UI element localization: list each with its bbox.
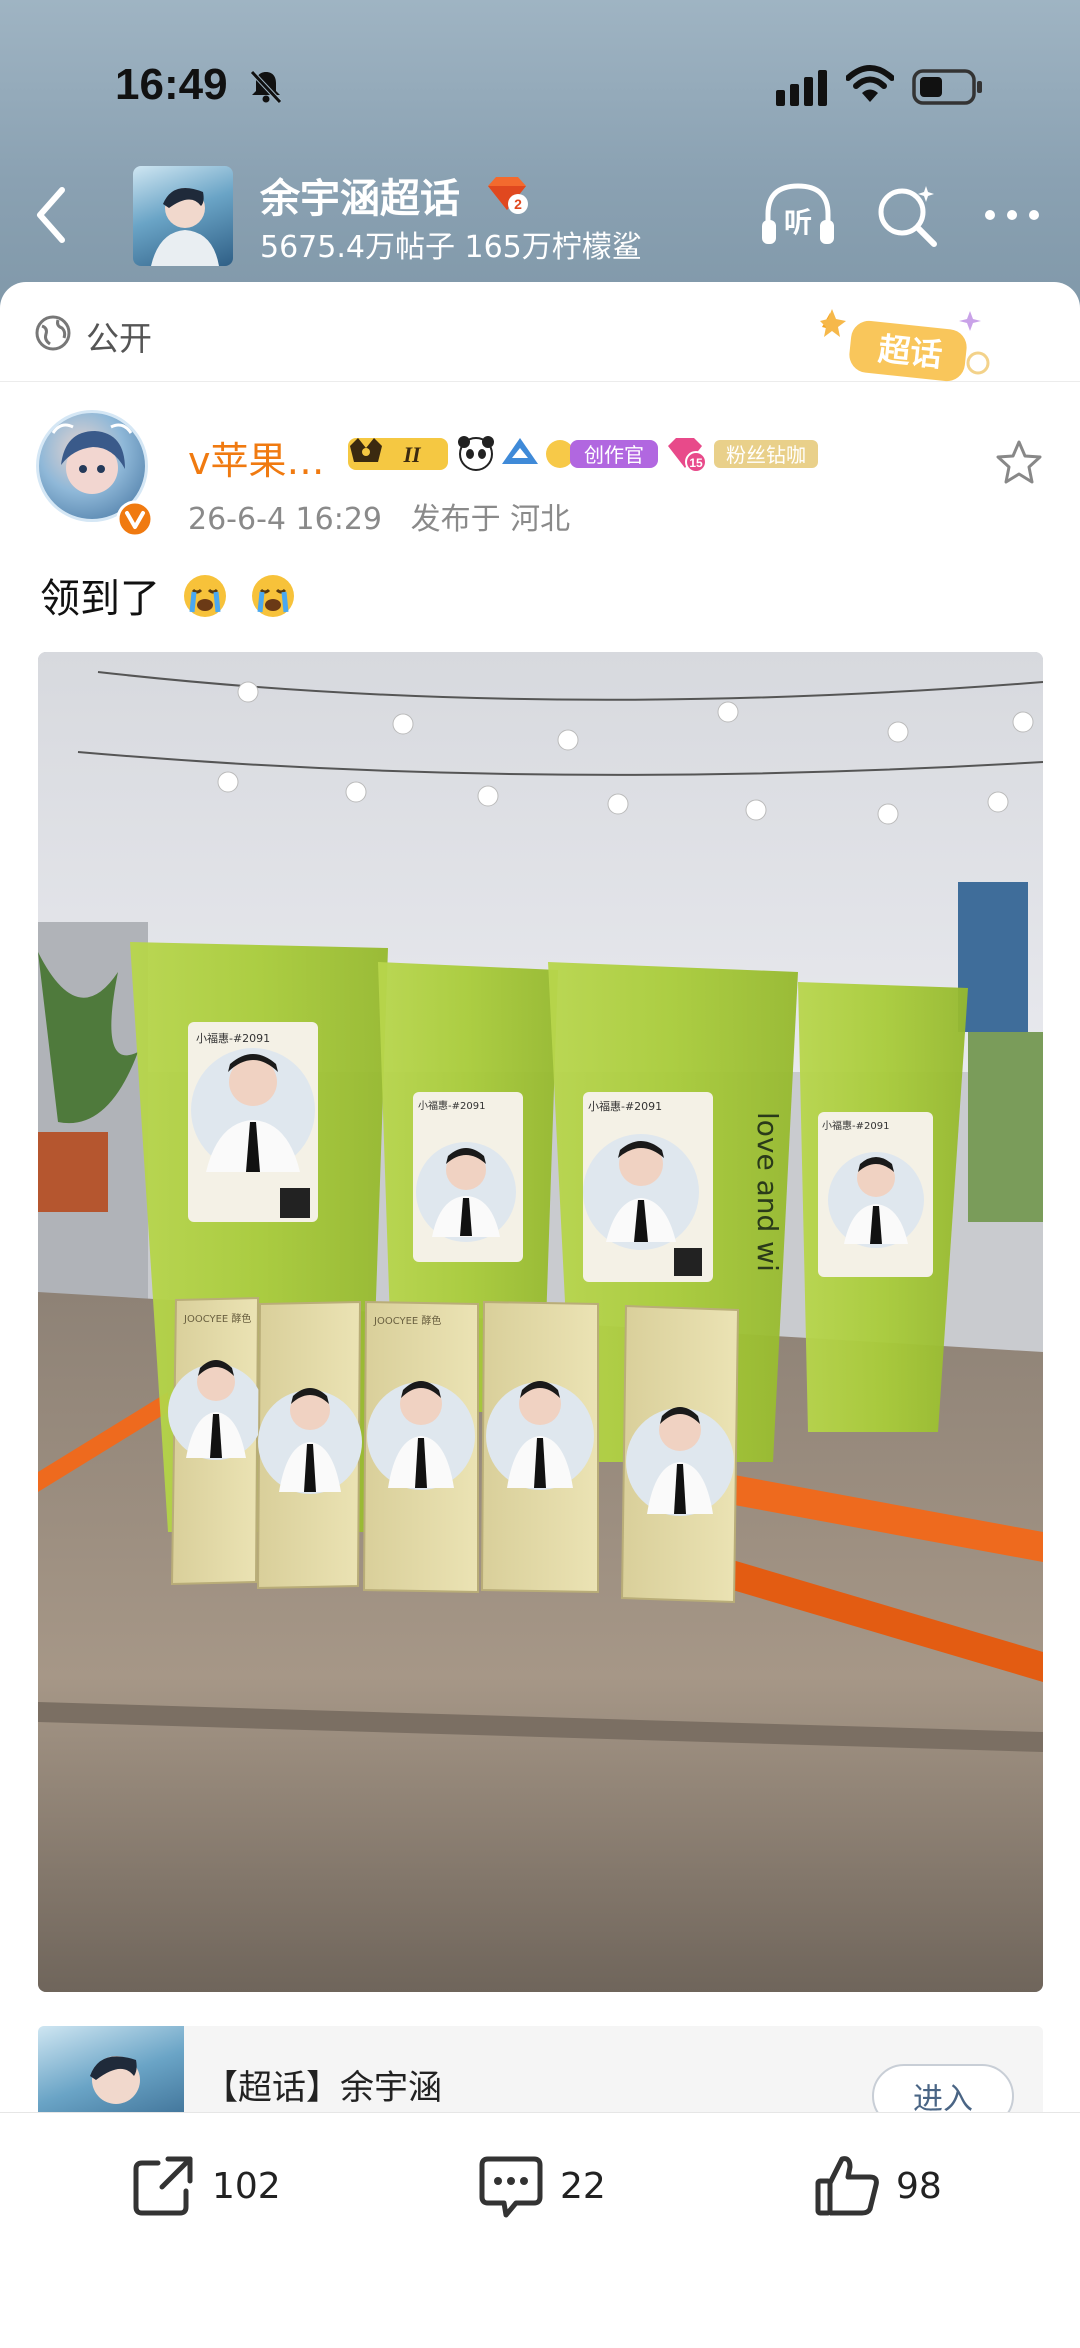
creator-badge-text: 创作官 [584, 443, 644, 467]
listen-headphones-icon[interactable]: 听 [758, 180, 838, 250]
supertopic-stats: 5675.4万帖子 165万柠檬鲨 [260, 230, 642, 265]
panda-icon [458, 436, 494, 471]
avatar-portrait [151, 188, 219, 266]
svg-text:小福惠-#2091: 小福惠-#2091 [418, 1099, 485, 1112]
visibility-label: 公开 [86, 319, 152, 358]
crown-level-text: II [402, 442, 422, 467]
fan-diamond-text: 粉丝钻咖 [726, 443, 806, 467]
user-badges: II 创作官 15 粉丝钻咖 [348, 436, 818, 473]
crying-emoji-icon [252, 575, 295, 617]
share-icon [133, 2156, 193, 2216]
bell-off-icon [250, 70, 282, 104]
username[interactable]: v苹果… [188, 430, 325, 485]
like-count: 98 [896, 2165, 942, 2207]
search-icon[interactable] [874, 182, 940, 248]
globe-icon [35, 315, 71, 351]
thumbs-up-icon [815, 2156, 879, 2216]
cellular-signal-icon [776, 70, 827, 106]
fan-level-number: 15 [689, 456, 703, 470]
supertopic-title: 余宇涵超话 [260, 176, 460, 222]
cup-label-title: 小福惠-#2091 [196, 1031, 270, 1045]
share-button[interactable]: 102 [128, 2146, 281, 2226]
comment-button[interactable]: 22 [476, 2146, 606, 2226]
post-time: 26-6-4 16:29 [188, 502, 382, 537]
verified-v-icon [116, 500, 154, 538]
chaohua-sticker: 超话 [820, 309, 990, 382]
status-time: 16:49 [115, 60, 228, 109]
post-location: 发布于 河北 [410, 502, 571, 537]
creator-badge: 创作官 [546, 440, 658, 468]
supertopic-avatar[interactable] [133, 166, 233, 266]
level-number: 2 [514, 196, 522, 212]
more-options-icon[interactable] [982, 200, 1042, 230]
box-brand: JOOCYEE 酵色 [183, 1312, 251, 1325]
post-text: 领到了 [40, 566, 297, 624]
sticker-text: 超话 [876, 330, 944, 374]
fan-diamond-badge: 粉丝钻咖 [714, 440, 818, 468]
shark-icon [502, 438, 538, 464]
supertopic-card-title: 【超话】余宇涵 [204, 2068, 442, 2108]
crying-emoji-icon [183, 575, 226, 617]
crown-level-badge: II [348, 438, 448, 470]
post-meta: 26-6-4 16:29 发布于 河北 [188, 494, 570, 538]
status-bar: 16:49 [0, 0, 1080, 150]
photo-drinks-and-boxes: 小福惠-#2091 小福惠-#2091 小福惠-#2091 love and w… [38, 652, 1043, 1992]
svg-text:小福惠-#2091: 小福惠-#2091 [588, 1099, 662, 1113]
back-arrow-icon[interactable] [28, 180, 72, 250]
svg-text:听: 听 [784, 206, 812, 239]
svg-text:JOOCYEE 酵色: JOOCYEE 酵色 [373, 1314, 441, 1327]
wifi-icon [846, 65, 894, 102]
share-count: 102 [212, 2165, 281, 2207]
level-gem-icon: 2 [488, 177, 528, 214]
post-text-content: 领到了 [40, 576, 160, 622]
comment-count: 22 [560, 2165, 606, 2207]
svg-text:小福惠-#2091: 小福惠-#2091 [822, 1119, 889, 1132]
fan-level-gem: 15 [668, 438, 707, 473]
favorite-star-icon[interactable] [994, 438, 1044, 486]
comment-icon [479, 2156, 543, 2218]
like-button[interactable]: 98 [812, 2146, 942, 2226]
post-photo[interactable]: 小福惠-#2091 小福惠-#2091 小福惠-#2091 love and w… [38, 652, 1043, 1992]
battery-icon [912, 69, 982, 105]
cup-printed-text: love and wi [751, 1112, 784, 1272]
